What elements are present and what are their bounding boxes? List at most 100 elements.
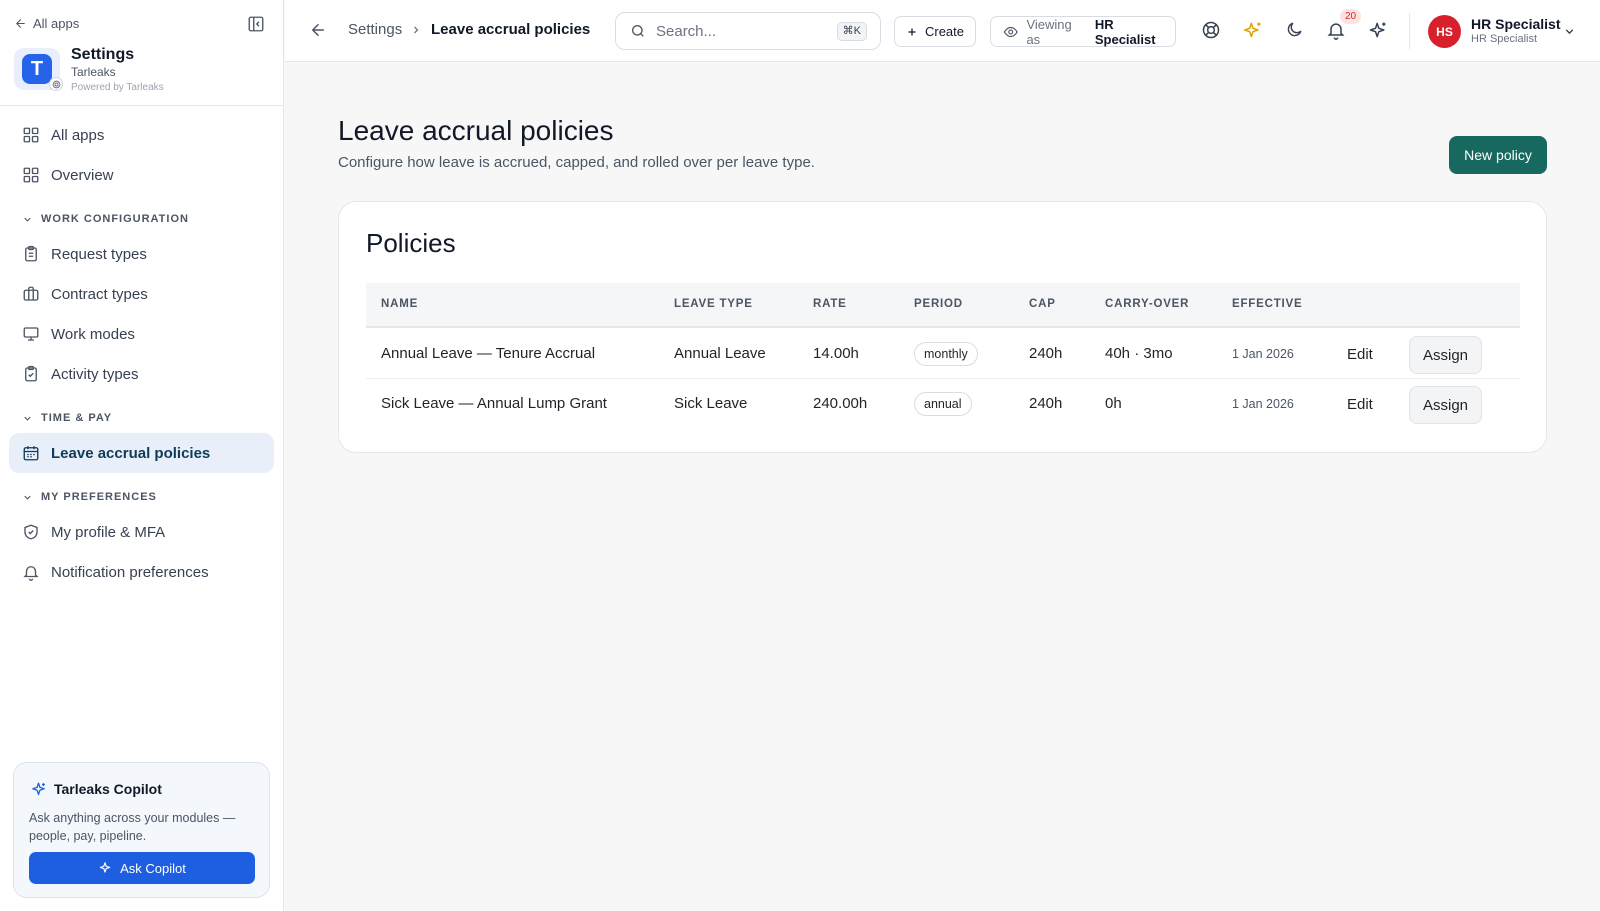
viewing-as-button[interactable]: Viewing as HR Specialist (990, 16, 1176, 47)
help-button[interactable] (1201, 20, 1223, 42)
user-name[interactable]: HR Specialist (1471, 16, 1560, 32)
column-header-leave-type[interactable]: LEAVE TYPE (674, 298, 753, 310)
search-icon (632, 25, 644, 37)
viewing-as-prefix: Viewing as (1026, 16, 1072, 47)
assign-button[interactable]: Assign (1409, 386, 1482, 424)
column-header-rate[interactable]: RATE (813, 298, 847, 310)
sparkle-icon (32, 782, 45, 796)
shield-check-icon (24, 524, 38, 540)
effective-date: 1 Jan 2026 (1232, 397, 1294, 411)
period-badge: annual (914, 392, 972, 416)
gear-badge-icon (49, 77, 63, 91)
chevron-down-icon[interactable] (1563, 25, 1576, 38)
rate: 14.00h (813, 345, 859, 362)
table-header: NAME LEAVE TYPE RATE PERIOD CAP CARRY-OV… (366, 283, 1520, 328)
column-header-period[interactable]: PERIOD (914, 298, 963, 310)
sparkles-icon (1243, 22, 1261, 38)
sidebar-item-overview[interactable]: Overview (9, 155, 274, 195)
table-row: Annual Leave — Tenure Accrual Annual Lea… (366, 329, 1520, 379)
sidebar-item-activity-types[interactable]: Activity types (9, 354, 274, 394)
column-header-effective[interactable]: EFFECTIVE (1232, 298, 1302, 310)
bell-icon (23, 566, 39, 581)
copilot-card: Tarleaks Copilot Ask anything across you… (13, 762, 270, 898)
moon-icon (1287, 22, 1302, 37)
edit-button[interactable]: Edit (1347, 396, 1373, 413)
back-button[interactable] (309, 21, 327, 39)
rate: 240.00h (813, 395, 868, 412)
grid-icon (23, 127, 39, 143)
sidebar-item-notification-preferences[interactable]: Notification preferences (9, 552, 274, 592)
copilot-button[interactable] (1368, 20, 1390, 42)
arrow-left-icon (312, 24, 324, 36)
period-badge: monthly (914, 342, 978, 366)
sidebar-item-label: Contract types (51, 285, 148, 303)
app-subtitle: Tarleaks (71, 65, 116, 79)
copilot-title: Tarleaks Copilot (54, 781, 162, 797)
app-logo: T (14, 48, 63, 91)
all-apps-back-label: All apps (33, 16, 80, 31)
edit-button[interactable]: Edit (1347, 346, 1373, 363)
leave-type: Annual Leave (674, 345, 766, 362)
clipboard-icon (25, 245, 37, 262)
search-box[interactable]: ⌘K (615, 12, 881, 50)
search-shortcut-hint: ⌘K (836, 22, 867, 41)
chevron-down-icon (24, 217, 31, 222)
sidebar-item-label: Overview (51, 166, 114, 184)
ask-copilot-button[interactable]: Ask Copilot (29, 852, 255, 884)
sidebar-item-label: My profile & MFA (51, 523, 166, 541)
notification-count-badge: 20 (1340, 9, 1361, 24)
search-input[interactable] (656, 21, 826, 41)
sidebar-item-work-modes[interactable]: Work modes (9, 314, 274, 354)
breadcrumb-current: Leave accrual policies (431, 21, 591, 38)
sidebar-header: All apps T Settings Tarleaks Powered by … (0, 0, 283, 106)
cap: 240h (1029, 395, 1063, 412)
lifebuoy-icon (1202, 21, 1220, 39)
section-toggle-work-configuration[interactable]: WORK CONFIGURATION (22, 213, 189, 225)
all-apps-back-link[interactable]: All apps (14, 16, 79, 31)
page-subtitle: Configure how leave is accrued, capped, … (338, 154, 815, 171)
sidebar-collapse-icon (248, 16, 264, 32)
clipboard-check-icon (25, 365, 37, 382)
create-label: Create (924, 24, 965, 39)
policy-name: Annual Leave — Tenure Accrual (381, 345, 596, 362)
column-header-carry-over[interactable]: CARRY-OVER (1105, 298, 1189, 310)
app-title: Settings (71, 46, 135, 63)
sidebar-item-my-profile-mfa[interactable]: My profile & MFA (9, 512, 274, 552)
sidebar-item-contract-types[interactable]: Contract types (9, 274, 274, 314)
collapse-sidebar-button[interactable] (247, 15, 267, 35)
viewing-as-role: HR Specialist (1094, 16, 1156, 47)
chevron-down-icon (24, 495, 31, 500)
sidebar-item-label: Notification preferences (51, 563, 209, 581)
breadcrumb-settings[interactable]: Settings (348, 21, 402, 38)
cap: 240h (1029, 345, 1063, 362)
ai-sparkle-button[interactable] (1243, 20, 1265, 42)
carry-over: 40h · 3mo (1105, 345, 1173, 362)
column-header-name[interactable]: NAME (381, 298, 418, 310)
avatar[interactable]: HS (1428, 15, 1461, 48)
section-toggle-my-preferences[interactable]: MY PREFERENCES (22, 491, 157, 503)
assign-button[interactable]: Assign (1409, 336, 1482, 374)
eye-icon (1003, 26, 1018, 37)
sidebar-item-all-apps[interactable]: All apps (9, 115, 274, 155)
calendar-icon (23, 446, 39, 461)
sidebar-item-label: Leave accrual policies (51, 444, 211, 462)
column-header-cap[interactable]: CAP (1029, 298, 1056, 310)
user-role: HR Specialist (1471, 33, 1538, 45)
app-logo-letter: T (30, 57, 44, 80)
leave-type: Sick Leave (674, 395, 748, 412)
monitor-icon (23, 327, 39, 341)
arrow-left-icon (16, 19, 25, 28)
new-policy-button[interactable]: New policy (1449, 136, 1547, 174)
briefcase-icon (23, 286, 39, 301)
sidebar: All apps T Settings Tarleaks Powered by … (0, 0, 284, 911)
sidebar-item-request-types[interactable]: Request types (9, 234, 274, 274)
sidebar-item-label: Request types (51, 245, 147, 263)
section-heading: TIME & PAY (41, 412, 113, 424)
sidebar-item-leave-accrual-policies[interactable]: Leave accrual policies (9, 433, 274, 473)
section-toggle-time-pay[interactable]: TIME & PAY (22, 412, 112, 424)
section-heading: MY PREFERENCES (41, 491, 157, 503)
create-button[interactable]: Create (894, 16, 976, 47)
card-title: Policies (366, 228, 456, 258)
plus-icon (908, 28, 916, 35)
dark-mode-toggle[interactable] (1285, 20, 1307, 42)
